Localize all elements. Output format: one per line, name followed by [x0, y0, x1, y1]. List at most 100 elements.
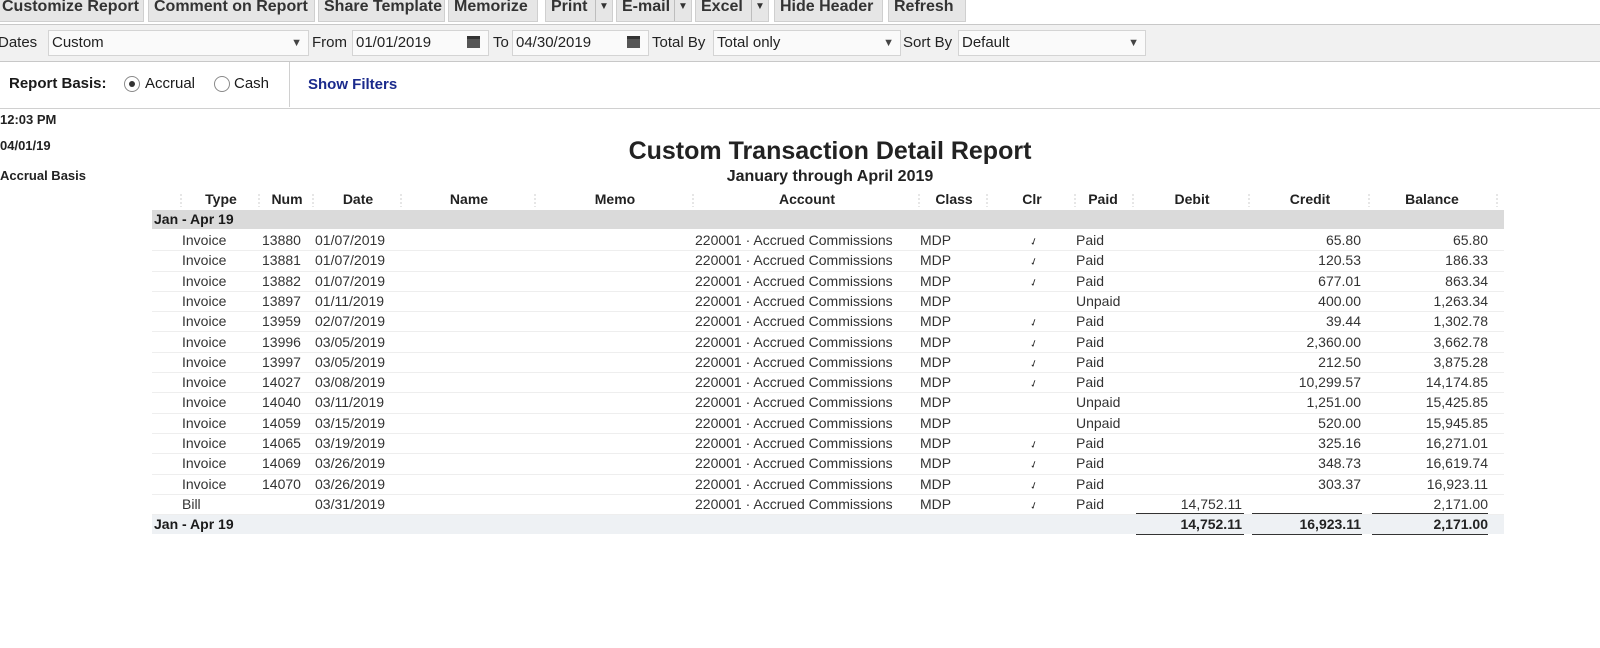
excel-dropdown-icon[interactable]: ▼: [751, 0, 768, 21]
cash-label: Cash: [234, 75, 270, 92]
cell-paid: Paid: [1076, 353, 1105, 370]
cash-radio[interactable]: [214, 76, 230, 92]
table-row[interactable]: Invoice 14027 03/08/2019 220001 · Accrued C…: [152, 373, 1504, 394]
cell-paid: Paid: [1076, 475, 1105, 492]
cell-credit: 303.37: [1318, 475, 1361, 492]
table-row[interactable]: Invoice 13880 01/07/2019 220001 · Accrued C…: [152, 231, 1504, 252]
column-header-memo[interactable]: Memo: [536, 188, 694, 210]
column-header-type[interactable]: Type: [182, 188, 260, 210]
memorize-button[interactable]: Memorize: [448, 0, 538, 22]
cell-type: Invoice: [182, 353, 227, 370]
cell-type: Invoice: [182, 374, 227, 391]
hide-header-button[interactable]: Hide Header: [774, 0, 883, 22]
comment-on-report-button[interactable]: Comment on Report: [148, 0, 315, 22]
email-button[interactable]: E-mail ▼: [616, 0, 692, 22]
accrual-label: Accrual: [145, 75, 196, 92]
cell-account: 220001 · Accrued Commissions: [695, 232, 893, 248]
column-resize-handle[interactable]: [534, 193, 536, 207]
cell-class: MDP: [920, 374, 952, 391]
column-header-credit[interactable]: Credit: [1250, 188, 1370, 210]
email-dropdown-icon[interactable]: ▼: [674, 0, 691, 21]
cell-date: 01/07/2019: [315, 272, 386, 289]
cell-type: Invoice: [182, 414, 227, 431]
excel-button[interactable]: Excel ▼: [695, 0, 769, 22]
cell-type: Invoice: [182, 272, 227, 289]
from-date-input[interactable]: 01/01/2019: [352, 30, 489, 56]
refresh-button[interactable]: Refresh: [888, 0, 966, 22]
sort-by-select[interactable]: Default ▼: [958, 30, 1146, 56]
column-header-paid[interactable]: Paid: [1076, 188, 1130, 210]
table-row[interactable]: Invoice 13996 03/05/2019 220001 · Accrued C…: [152, 333, 1504, 353]
print-button[interactable]: Print ▼: [545, 0, 613, 22]
column-resize-handle[interactable]: [312, 193, 314, 207]
cell-num: 13880: [262, 232, 301, 248]
column-resize-handle[interactable]: [258, 193, 260, 207]
cell-balance: 186.33: [1445, 252, 1488, 269]
table-row[interactable]: Invoice 14065 03/19/2019 220001 · Accrued C…: [152, 434, 1504, 455]
dates-select[interactable]: Custom ▼: [48, 30, 309, 56]
table-row[interactable]: Invoice 13882 01/07/2019 220001 · Accrued C…: [152, 272, 1504, 292]
column-resize-handle[interactable]: [986, 193, 988, 207]
column-header-account[interactable]: Account: [694, 188, 920, 210]
cell-class: MDP: [920, 435, 952, 451]
cell-type: Invoice: [182, 394, 227, 411]
column-header-num[interactable]: Num: [260, 188, 314, 210]
column-resize-handle[interactable]: [1248, 193, 1250, 207]
report-subtitle: January through April 2019: [726, 168, 934, 185]
hide-header-label: Hide Header: [780, 0, 874, 15]
column-resize-handle[interactable]: [1074, 193, 1076, 207]
table-row[interactable]: Invoice 14069 03/26/2019 220001 · Accrued C…: [152, 454, 1504, 475]
share-template-label: Share Template: [324, 0, 442, 15]
cell-paid: Paid: [1076, 272, 1105, 289]
cell-date: 03/19/2019: [315, 435, 386, 451]
to-date-input[interactable]: 04/30/2019: [512, 30, 649, 56]
column-header-name[interactable]: Name: [402, 188, 536, 210]
cell-class: MDP: [920, 232, 952, 248]
column-resize-handle[interactable]: [1368, 193, 1370, 207]
credit-total-line: [1252, 534, 1362, 535]
column-resize-handle[interactable]: [918, 193, 920, 207]
cell-balance: 3,662.78: [1433, 333, 1489, 350]
cell-credit: 212.50: [1318, 353, 1361, 370]
table-row[interactable]: Invoice 13897 01/11/2019 220001 · Accrued C…: [152, 292, 1504, 313]
cell-credit: 65.80: [1325, 232, 1361, 248]
print-dropdown-icon[interactable]: ▼: [595, 0, 612, 21]
table-row[interactable]: Invoice 13997 03/05/2019 220001 · Accrued C…: [152, 353, 1504, 374]
cell-num: 13897: [262, 292, 301, 309]
cell-type: Invoice: [182, 232, 227, 248]
cleared-check-icon: ✓: [1028, 438, 1041, 453]
column-header-clr[interactable]: Clr: [988, 188, 1076, 210]
column-resize-handle[interactable]: [180, 193, 182, 207]
column-header-balance[interactable]: Balance: [1370, 188, 1494, 210]
table-row[interactable]: Invoice 13959 02/07/2019 220001 · Accrued C…: [152, 312, 1504, 333]
table-row[interactable]: Invoice 14040 03/11/2019 220001 · Accrued C…: [152, 393, 1504, 414]
accrual-radio[interactable]: [124, 76, 140, 92]
cell-date: 03/15/2019: [315, 414, 386, 431]
table-row[interactable]: Invoice 13881 01/07/2019 220001 · Accrued C…: [152, 251, 1504, 272]
cell-date: 02/07/2019: [315, 313, 386, 330]
total-by-select[interactable]: Total only ▼: [713, 30, 901, 56]
calendar-icon[interactable]: [627, 36, 640, 48]
share-template-button[interactable]: Share Template: [318, 0, 445, 22]
cell-paid: Paid: [1076, 455, 1105, 472]
cell-credit: 400.00: [1318, 292, 1361, 309]
calendar-icon[interactable]: [467, 36, 480, 48]
column-resize-handle[interactable]: [1496, 193, 1498, 207]
column-resize-handle[interactable]: [400, 193, 402, 207]
cell-paid: Unpaid: [1076, 292, 1121, 309]
debit-total-line: [1136, 534, 1244, 535]
column-header-class[interactable]: Class: [920, 188, 988, 210]
cell-num: 13997: [262, 353, 301, 370]
column-header-date[interactable]: Date: [314, 188, 402, 210]
cell-account: 220001 · Accrued Commissions: [695, 292, 893, 309]
customize-report-button[interactable]: Customize Report: [0, 0, 144, 22]
filter-bar: Dates Custom ▼ From 01/01/2019 To 04/30/2…: [0, 25, 1600, 62]
column-resize-handle[interactable]: [692, 193, 694, 207]
table-row[interactable]: Invoice 14070 03/26/2019 220001 · Accrued C…: [152, 475, 1504, 495]
table-row[interactable]: Invoice 14059 03/15/2019 220001 · Accrued C…: [152, 414, 1504, 434]
show-filters-link[interactable]: Show Filters: [308, 76, 397, 93]
column-resize-handle[interactable]: [1132, 193, 1134, 207]
cell-date: 03/31/2019: [315, 495, 386, 512]
cell-account: 220001 · Accrued Commissions: [695, 475, 893, 492]
column-header-debit[interactable]: Debit: [1134, 188, 1250, 210]
